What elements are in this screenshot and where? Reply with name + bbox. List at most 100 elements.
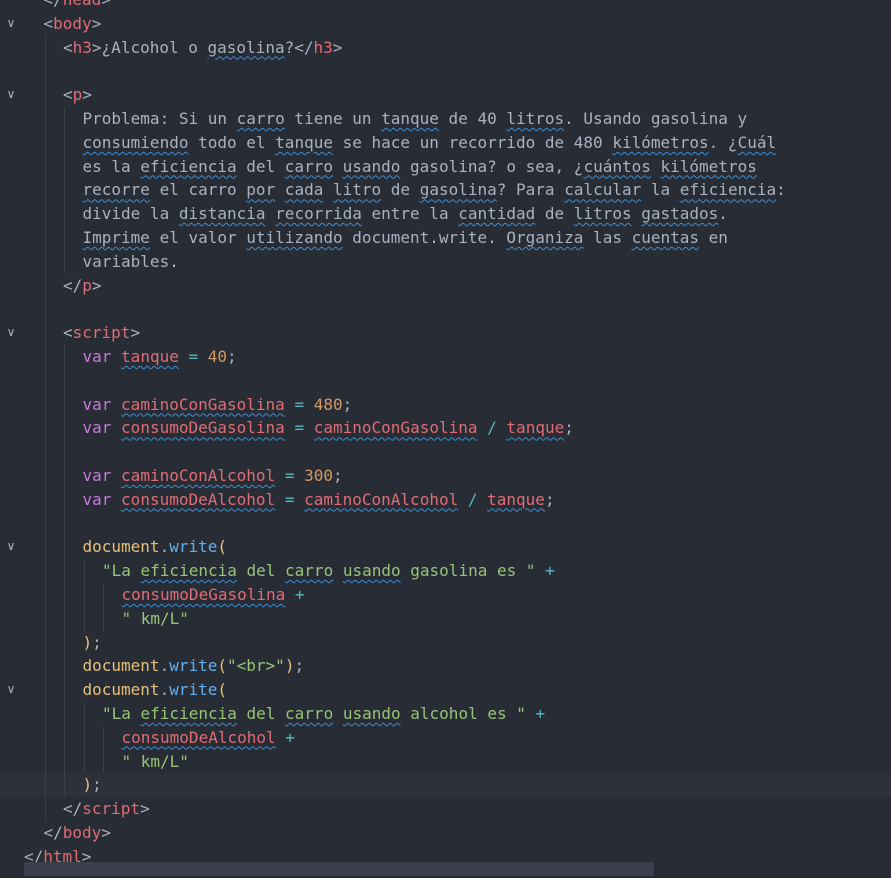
code-line[interactable] bbox=[0, 297, 891, 322]
code-token: consumoDeGasolina bbox=[121, 418, 285, 438]
code-line[interactable]: es la eficiencia del carro usando gasoli… bbox=[0, 154, 891, 179]
code-line-content: <body> bbox=[44, 12, 102, 36]
code-line[interactable]: ∨ <body> bbox=[0, 12, 891, 36]
code-line[interactable]: "La eficiencia del carro usando alcohol … bbox=[0, 701, 891, 726]
code-line[interactable]: var consumoDeGasolina = caminoConGasolin… bbox=[0, 416, 891, 441]
indent-guide bbox=[64, 178, 65, 203]
code-line[interactable]: Problema: Si un carro tiene un tanque de… bbox=[0, 106, 891, 131]
indent-guide bbox=[44, 416, 46, 441]
code-line-content: </body> bbox=[44, 821, 111, 845]
indent-guide bbox=[64, 416, 65, 441]
code-token: > bbox=[140, 799, 150, 819]
indent-guide bbox=[44, 749, 46, 774]
code-token: / bbox=[487, 418, 497, 438]
code-token: . Usando gasolina y bbox=[564, 108, 748, 128]
indent-guide bbox=[44, 202, 46, 226]
code-line[interactable]: consumoDeGasolina + bbox=[0, 582, 891, 607]
code-token: carro bbox=[236, 108, 285, 128]
code-line[interactable]: </script> bbox=[0, 797, 891, 821]
indent-guide bbox=[83, 725, 85, 750]
code-line[interactable]: Imprime el valor utilizando document.wri… bbox=[0, 225, 891, 250]
code-token: > bbox=[101, 822, 111, 842]
code-line[interactable]: " km/L" bbox=[0, 749, 891, 774]
indent-guide bbox=[44, 725, 46, 750]
horizontal-scrollbar[interactable] bbox=[24, 862, 654, 876]
code-line[interactable] bbox=[0, 511, 891, 536]
code-line[interactable]: divide la distancia recorrida entre la c… bbox=[0, 202, 891, 226]
code-line[interactable]: recorre el carro por cada litro de gasol… bbox=[0, 178, 891, 203]
code-line[interactable]: var consumoDeAlcohol = caminoConAlcohol … bbox=[0, 487, 891, 512]
code-token: " km/L" bbox=[121, 608, 189, 628]
code-line[interactable]: <h3>¿Alcohol o gasolina?</h3> bbox=[0, 35, 891, 60]
code-token: . bbox=[159, 656, 170, 676]
code-line[interactable] bbox=[0, 59, 891, 84]
code-line[interactable]: var caminoConAlcohol = 300; bbox=[0, 463, 891, 488]
code-token: cantidad bbox=[458, 204, 536, 224]
code-token: cuántos bbox=[583, 156, 651, 176]
code-line[interactable]: </head> bbox=[0, 0, 891, 12]
indent-guide bbox=[64, 606, 65, 631]
fold-chevron-icon[interactable]: ∨ bbox=[2, 535, 20, 559]
code-line[interactable]: var tanque = 40; bbox=[0, 344, 891, 369]
code-line[interactable]: document.write("<br>"); bbox=[0, 654, 891, 679]
indent-guide bbox=[64, 678, 65, 702]
code-editor[interactable]: </head>∨<body><h3>¿Alcohol o gasolina?</… bbox=[0, 0, 891, 878]
code-token: . ¿ bbox=[708, 132, 738, 152]
code-line[interactable]: ∨ <p> bbox=[0, 83, 891, 107]
indent-guide bbox=[44, 487, 46, 512]
code-token: "La bbox=[102, 561, 141, 581]
code-token: de 40 bbox=[438, 108, 507, 128]
code-token: > bbox=[130, 323, 141, 343]
fold-chevron-icon[interactable]: ∨ bbox=[2, 83, 20, 107]
code-token: head bbox=[63, 0, 102, 9]
code-token: var bbox=[82, 394, 112, 414]
code-line[interactable]: ∨ document.write( bbox=[0, 678, 891, 702]
code-token: p bbox=[72, 85, 83, 105]
code-token: variables. bbox=[82, 251, 179, 271]
code-line[interactable]: ); bbox=[0, 630, 891, 655]
code-line[interactable] bbox=[0, 368, 891, 393]
indent-guide bbox=[44, 35, 46, 60]
code-line[interactable]: "La eficiencia del carro usando gasolina… bbox=[0, 559, 891, 583]
code-line[interactable]: ∨ <script> bbox=[0, 321, 891, 345]
code-token: < bbox=[63, 85, 73, 105]
code-line[interactable]: consumiendo todo el tanque se hace un re… bbox=[0, 130, 891, 155]
fold-chevron-icon[interactable]: ∨ bbox=[2, 12, 20, 36]
code-token: > bbox=[332, 37, 343, 57]
code-line[interactable]: " km/L" bbox=[0, 606, 891, 631]
code-line[interactable]: ∨ document.write( bbox=[0, 535, 891, 560]
code-line[interactable]: consumoDeAlcohol + bbox=[0, 725, 891, 750]
code-token: = bbox=[294, 418, 305, 438]
code-line[interactable]: ); bbox=[0, 773, 891, 798]
code-token: ) bbox=[82, 632, 93, 652]
indent-guide bbox=[64, 225, 65, 250]
code-line[interactable]: </body> bbox=[0, 821, 891, 845]
indent-guide bbox=[44, 392, 46, 417]
code-token: p bbox=[82, 275, 92, 295]
code-line[interactable]: var caminoConGasolina = 480; bbox=[0, 392, 891, 417]
indent-guide bbox=[83, 701, 85, 726]
fold-chevron-icon[interactable]: ∨ bbox=[2, 321, 20, 345]
code-token: entre la bbox=[361, 204, 459, 224]
code-token: . bbox=[718, 204, 728, 224]
indent-guide bbox=[44, 59, 46, 84]
code-line-content: consumoDeAlcohol + bbox=[122, 726, 295, 750]
code-token: + bbox=[545, 561, 555, 581]
code-line[interactable]: variables. bbox=[0, 249, 891, 274]
fold-chevron-icon[interactable]: ∨ bbox=[2, 678, 20, 702]
code-token: / bbox=[467, 489, 478, 509]
code-token: > bbox=[82, 85, 92, 105]
code-token: caminoConGasolina bbox=[313, 418, 478, 438]
indent-guide bbox=[64, 154, 65, 179]
code-token: ; bbox=[544, 489, 555, 509]
code-line[interactable]: </p> bbox=[0, 273, 891, 298]
code-line[interactable] bbox=[0, 440, 891, 464]
code-token: </ bbox=[63, 275, 83, 295]
code-token: ¿Alcohol o bbox=[101, 37, 208, 57]
code-token: recorrida bbox=[275, 204, 362, 224]
code-token: usando bbox=[342, 156, 401, 176]
